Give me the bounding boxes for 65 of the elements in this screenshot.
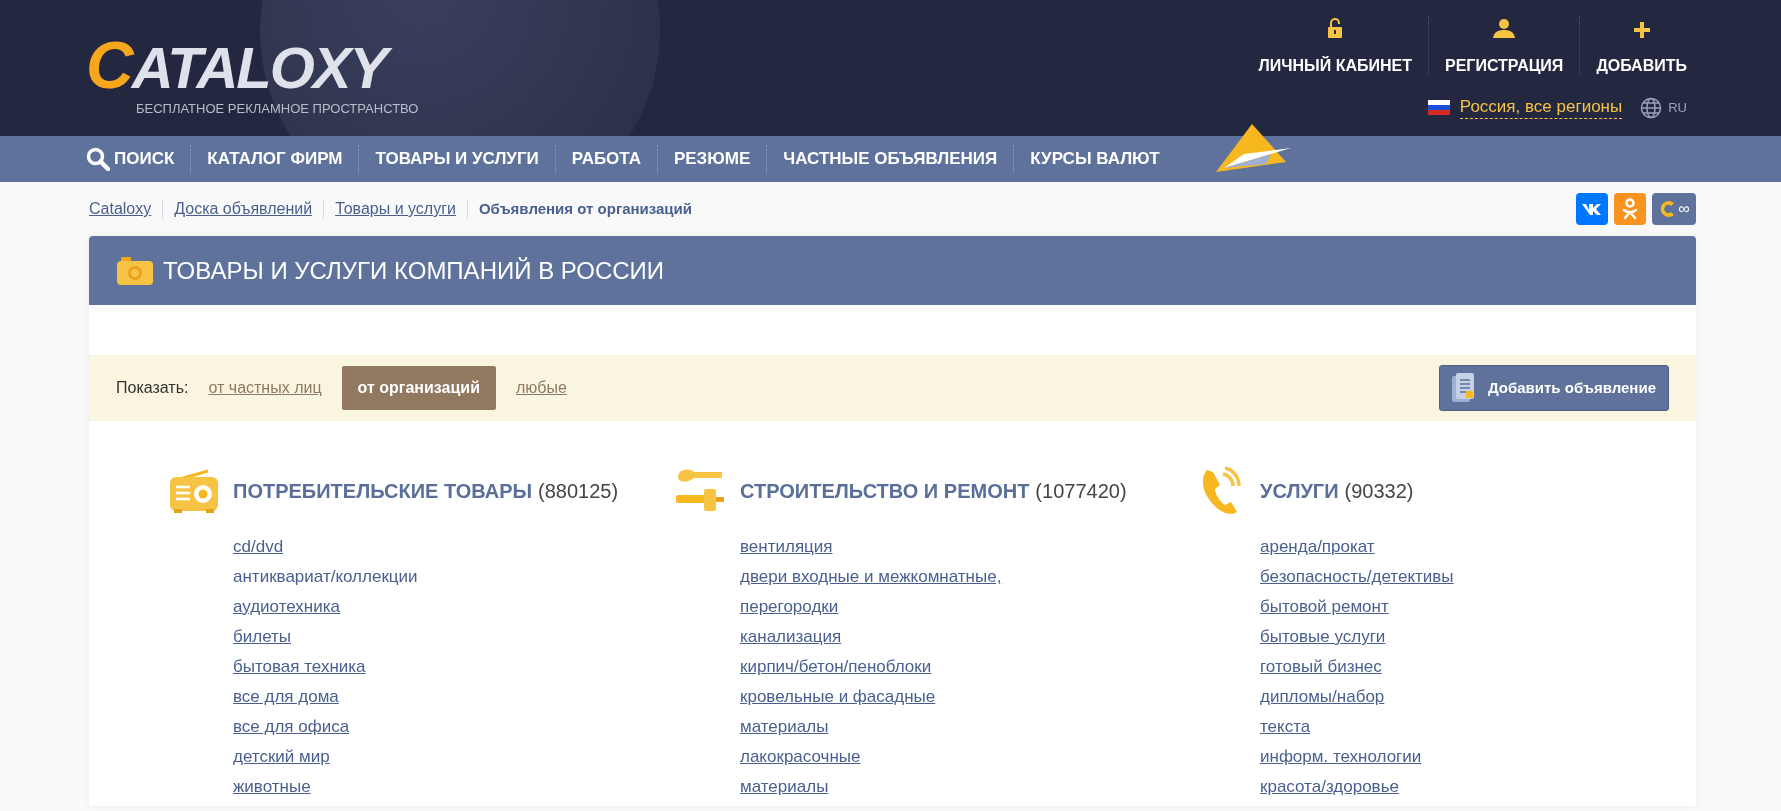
crescent-icon: [1658, 200, 1677, 218]
filter-label: Показать:: [116, 378, 189, 398]
nav-link[interactable]: КУРСЫ ВАЛЮТ: [1013, 145, 1176, 173]
tagline: БЕСПЛАТНОЕ РЕКЛАМНОЕ ПРОСТРАНСТВО: [135, 100, 419, 118]
nav-link[interactable]: РЕЗЮМЕ: [656, 145, 767, 173]
category-link[interactable]: канализация: [740, 622, 842, 652]
category-title[interactable]: УСЛУГИ: [1260, 476, 1339, 506]
radio-icon: [170, 469, 218, 513]
camera-icon: [117, 256, 153, 285]
nav-link[interactable]: РАБОТА: [554, 145, 657, 173]
person-icon: [1493, 18, 1516, 38]
category-link[interactable]: безопасность/детективы: [1260, 562, 1454, 592]
social-icon[interactable]: [1576, 193, 1608, 225]
category-link[interactable]: все для дома: [233, 682, 339, 712]
social-button[interactable]: ∞: [1652, 193, 1696, 225]
category-link[interactable]: информ. технологии: [1260, 742, 1422, 772]
add-listing-button[interactable]: Добавить объявление: [1438, 365, 1669, 411]
category-link[interactable]: вентиляция: [740, 532, 833, 562]
phone-icon: [1201, 466, 1241, 516]
category-link[interactable]: все для офиса: [233, 712, 350, 742]
category-link[interactable]: аудиотехника: [233, 592, 341, 622]
logo[interactable]: CATALOXY: [86, 36, 419, 97]
category-link[interactable]: красота/здоровье: [1260, 772, 1399, 802]
flag-icon: [1427, 100, 1450, 115]
plus-icon: [1633, 22, 1650, 38]
category-title[interactable]: ПОТРЕБИТЕЛЬСКИЕ ТОВАРЫ: [233, 476, 533, 506]
breadcrumb-link[interactable]: Товары и услуги: [323, 199, 467, 219]
category-link[interactable]: антиквариат/коллекции: [233, 562, 418, 592]
category-link[interactable]: бытовой ремонт: [1260, 592, 1389, 622]
nav-link[interactable]: ПОИСК: [86, 145, 191, 173]
category-count: (880125): [538, 479, 619, 504]
category-count: (90332): [1344, 479, 1414, 504]
breadcrumb-link[interactable]: Доска объявлений: [162, 199, 324, 219]
category-count: (1077420): [1035, 479, 1127, 504]
nav-link[interactable]: ТОВАРЫ И УСЛУГИ: [358, 145, 555, 173]
globe-icon[interactable]: [1640, 96, 1663, 119]
nav-link[interactable]: ЧАСТНЫЕ ОБЪЯВЛЕНИЯ: [766, 145, 1014, 173]
breadcrumb-current: Объявления от организаций: [466, 199, 704, 219]
region-link[interactable]: Россия, все регионы: [1459, 96, 1623, 119]
category-link[interactable]: бытовая техника: [233, 652, 366, 682]
breadcrumb-link[interactable]: Cataloxy: [89, 199, 163, 219]
category-link[interactable]: кирпич/бетон/пеноблоки: [740, 652, 932, 682]
category-link[interactable]: детский мир: [233, 742, 330, 772]
nav-link[interactable]: КАТАЛОГ ФИРМ: [190, 145, 359, 173]
user-link[interactable]: ДОБАВИТЬ: [1596, 56, 1687, 76]
category-title[interactable]: СТРОИТЕЛЬСТВО И РЕМОНТ: [740, 476, 1030, 506]
document-icon: [1451, 373, 1476, 403]
user-link[interactable]: ЛИЧНЫЙ КАБИНЕТ: [1258, 56, 1412, 76]
user-link[interactable]: РЕГИСТРАЦИЯ: [1445, 56, 1564, 76]
paper-plane-icon: [1215, 124, 1291, 174]
category-link[interactable]: билеты: [233, 622, 292, 652]
category-link[interactable]: готовый бизнес: [1260, 652, 1382, 682]
page-title: ТОВАРЫ И УСЛУГИ КОМПАНИЙ В РОССИИ: [163, 255, 665, 286]
category-link[interactable]: cd/dvd: [233, 532, 284, 562]
language-label[interactable]: RU: [1668, 97, 1687, 118]
filter-option[interactable]: любые: [516, 376, 567, 400]
category-link[interactable]: животные: [233, 772, 311, 802]
category-link[interactable]: лакокрасочные материалы: [740, 742, 861, 802]
filter-option[interactable]: от частных лиц: [208, 376, 322, 400]
category-link[interactable]: аренда/прокат: [1260, 532, 1375, 562]
category-link[interactable]: бытовые услуги: [1260, 622, 1386, 652]
search-icon: [86, 147, 110, 171]
filter-option[interactable]: от организаций: [341, 366, 496, 410]
lock-icon: [1327, 18, 1344, 38]
social-icon[interactable]: [1614, 193, 1646, 225]
